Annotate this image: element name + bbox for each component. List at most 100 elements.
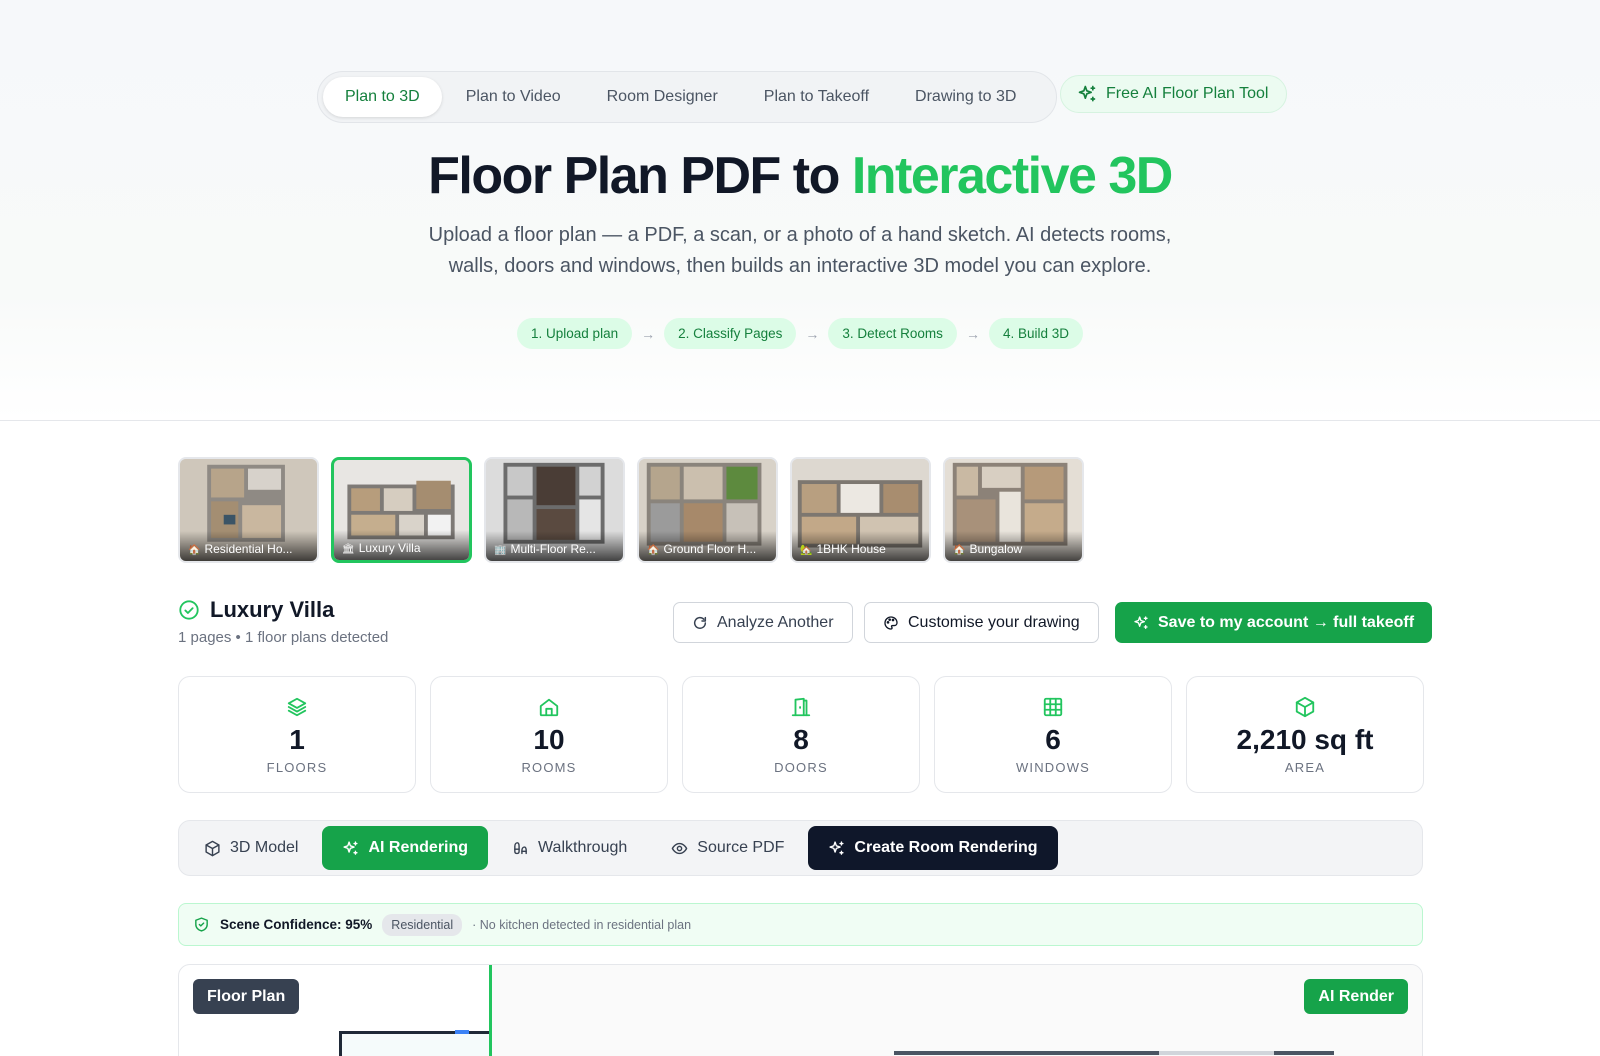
tab-label: 3D Model <box>230 839 299 856</box>
sample-caption: 🏠 Ground Floor H... <box>639 531 776 561</box>
process-steps: 1. Upload plan → 2. Classify Pages → 3. … <box>0 318 1600 349</box>
sample-label: Luxury Villa <box>358 541 421 555</box>
sample-thumb-ground-floor[interactable]: 🏠 Ground Floor H... <box>637 457 778 563</box>
stat-label: DOORS <box>774 760 828 775</box>
arrow-right-icon: → <box>805 325 820 342</box>
ai-render-label: AI Render <box>1304 979 1408 1014</box>
nav-tab-plan-to-video[interactable]: Plan to Video <box>444 77 583 117</box>
tab-label: Source PDF <box>697 839 785 856</box>
title-main: Floor Plan PDF to <box>428 147 852 205</box>
layers-icon <box>287 697 307 717</box>
tab-label: Create Room Rendering <box>854 839 1038 856</box>
stat-value: 6 <box>1045 724 1061 755</box>
scene-type-badge: Residential <box>382 913 463 936</box>
palette-icon <box>884 615 898 630</box>
door-icon <box>791 697 811 717</box>
stat-doors: 8 DOORS <box>682 676 920 793</box>
free-tool-button[interactable]: Free AI Floor Plan Tool <box>1060 75 1288 113</box>
confidence-note: · No kitchen detected in residential pla… <box>472 917 692 932</box>
title-accent: Interactive 3D <box>851 147 1174 205</box>
stat-label: AREA <box>1284 760 1326 775</box>
stat-label: FLOORS <box>266 760 328 775</box>
stat-floors: 1 FLOORS <box>178 676 416 793</box>
scene-confidence-bar: Scene Confidence: 95% Residential · No k… <box>178 903 1423 946</box>
sample-thumb-1bhk[interactable]: 🏡 1BHK House <box>790 457 931 563</box>
sparkles-icon <box>343 840 359 855</box>
save-to-account-label: Save to my account → full takeoff <box>1158 613 1415 631</box>
step-detect: 3. Detect Rooms <box>828 318 957 349</box>
stat-value: 1 <box>289 724 305 755</box>
view-tabs: 3D Model AI Rendering Walkthrough Source… <box>178 820 1423 876</box>
stats-row: 1 FLOORS 10 ROOMS 8 DOORS 6 WINDOWS 2,21… <box>178 676 1424 793</box>
sample-plans: 🏠 Residential Ho... 🏛 Luxury Villa 🏢 Multi-… <box>178 457 1084 563</box>
nav-tab-drawing-to-3d[interactable]: Drawing to 3D <box>893 77 1038 117</box>
stat-label: ROOMS <box>521 760 577 775</box>
tab-ai-rendering[interactable]: AI Rendering <box>322 826 489 870</box>
eye-icon <box>671 842 688 854</box>
project-name: Luxury Villa <box>210 597 335 622</box>
cube-icon <box>205 840 220 856</box>
house-icon: 🏠 <box>188 545 201 556</box>
stat-label: WINDOWS <box>1015 760 1091 775</box>
render-wall-opening <box>1159 1051 1274 1055</box>
sample-thumb-residential[interactable]: 🏠 Residential Ho... <box>178 457 319 563</box>
floor-plan-window-marker <box>455 1030 469 1034</box>
stat-windows: 6 WINDOWS <box>934 676 1172 793</box>
tab-3d-model[interactable]: 3D Model <box>184 826 318 870</box>
analyze-another-button[interactable]: Analyze Another <box>673 602 853 643</box>
sample-label: Ground Floor H... <box>663 542 757 556</box>
page-subtitle: Upload a floor plan — a PDF, a scan, or … <box>428 224 1172 277</box>
window-grid-icon <box>1043 697 1063 717</box>
render-compare-panel: Floor Plan AI Render <box>178 964 1423 1056</box>
sample-label: Residential Ho... <box>204 542 293 556</box>
sample-label: Bungalow <box>969 542 1023 556</box>
sample-label: 1BHK House <box>816 542 886 556</box>
sample-caption: 🏢 Multi-Floor Re... <box>486 531 623 561</box>
nav-tab-plan-to-takeoff[interactable]: Plan to Takeoff <box>742 77 891 117</box>
tab-label: AI Rendering <box>368 839 469 856</box>
create-room-rendering-button[interactable]: Create Room Rendering <box>808 826 1058 870</box>
sample-thumb-bungalow[interactable]: 🏠 Bungalow <box>943 457 1084 563</box>
house-icon: 🏠 <box>953 545 966 556</box>
customise-drawing-label: Customise your drawing <box>908 613 1080 631</box>
project-title: Luxury Villa <box>178 597 334 623</box>
step-classify: 2. Classify Pages <box>664 318 797 349</box>
free-tool-label: Free AI Floor Plan Tool <box>1106 85 1269 102</box>
analyze-another-label: Analyze Another <box>717 613 834 631</box>
sample-label: Multi-Floor Re... <box>510 542 596 556</box>
step-upload: 1. Upload plan <box>517 318 633 349</box>
confidence-title: Scene Confidence: 95% <box>220 917 373 932</box>
building-icon: 🏢 <box>494 545 507 556</box>
stat-rooms: 10 ROOMS <box>430 676 668 793</box>
sample-caption: 🏠 Bungalow <box>945 531 1082 561</box>
tab-source-pdf[interactable]: Source PDF <box>651 826 804 870</box>
home-icon <box>539 698 559 717</box>
step-build: 4. Build 3D <box>988 318 1083 349</box>
check-circle-icon <box>179 600 199 620</box>
customise-drawing-button[interactable]: Customise your drawing <box>864 602 1099 643</box>
save-to-account-button[interactable]: Save to my account → full takeoff <box>1115 602 1433 643</box>
stat-value: 8 <box>793 724 809 755</box>
page-title: Floor Plan PDF to Interactive 3D <box>0 146 1600 206</box>
floor-plan-label: Floor Plan <box>193 979 300 1014</box>
sparkles-icon <box>1078 85 1096 102</box>
sample-thumb-multi-floor[interactable]: 🏢 Multi-Floor Re... <box>484 457 625 563</box>
compare-slider-handle[interactable] <box>489 965 492 1056</box>
arrow-right-icon: → <box>641 325 656 342</box>
sparkles-icon <box>1134 615 1148 629</box>
ai-render-view <box>492 965 1422 1056</box>
tool-nav: Plan to 3D Plan to Video Room Designer P… <box>317 71 1057 123</box>
project-meta: 1 pages • 1 floor plans detected <box>178 629 389 646</box>
building-icon: 🏛 <box>342 544 355 555</box>
cube-icon <box>1295 696 1315 718</box>
sample-caption: 🏛 Luxury Villa <box>334 530 469 560</box>
sample-caption: 🏡 1BHK House <box>792 531 929 561</box>
floor-plan-wall <box>339 1031 489 1056</box>
stat-value: 2,210 sq ft <box>1236 724 1374 755</box>
nav-tab-plan-to-3d[interactable]: Plan to 3D <box>323 77 442 117</box>
nav-tab-room-designer[interactable]: Room Designer <box>585 77 740 117</box>
sample-thumb-luxury-villa[interactable]: 🏛 Luxury Villa <box>331 457 472 563</box>
house-icon: 🏡 <box>800 545 813 556</box>
arrow-right-icon: → <box>965 325 980 342</box>
tab-walkthrough[interactable]: Walkthrough <box>492 826 647 870</box>
